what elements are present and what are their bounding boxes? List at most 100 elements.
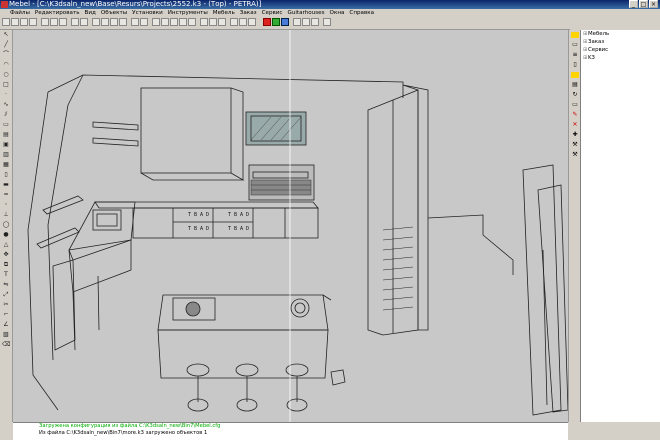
open-folder-icon[interactable]	[11, 18, 19, 26]
solid-icon[interactable]: ▣	[2, 142, 10, 148]
doc-icon[interactable]: ▭	[571, 102, 579, 108]
right-column	[522, 164, 562, 416]
yellow-folder-icon[interactable]	[571, 32, 579, 38]
cabinet-icon[interactable]: ▦	[2, 162, 10, 168]
close-button[interactable]: ×	[649, 0, 658, 8]
menu-help[interactable]: Справка	[349, 9, 374, 17]
page-icon[interactable]: ▭	[571, 42, 579, 48]
cone-icon[interactable]: △	[2, 242, 10, 248]
list-icon[interactable]: ≡	[571, 52, 579, 58]
copy-object-icon[interactable]: ⧉	[2, 262, 10, 268]
info-icon[interactable]	[281, 18, 289, 26]
view-top-icon[interactable]	[152, 18, 160, 26]
move-icon[interactable]: ✥	[2, 252, 10, 258]
panel-icon[interactable]: ▥	[2, 152, 10, 158]
dimension-icon[interactable]	[302, 18, 310, 26]
line-icon[interactable]: ╱	[2, 42, 10, 48]
save-icon[interactable]	[20, 18, 28, 26]
tree-item-order[interactable]: ⊞ Заказ	[581, 38, 660, 46]
measure-icon[interactable]	[293, 18, 301, 26]
minimize-button[interactable]: _	[629, 0, 638, 8]
handle-icon[interactable]: ◦	[2, 202, 10, 208]
snap-icon[interactable]	[248, 18, 256, 26]
menu-service[interactable]: Сервис	[262, 9, 283, 17]
app-icon[interactable]	[1, 1, 8, 8]
menu-guitarhouses[interactable]: Guitarhouses	[288, 9, 325, 17]
redo-icon[interactable]	[80, 18, 88, 26]
paste-icon[interactable]	[59, 18, 67, 26]
maximize-button[interactable]: □	[639, 0, 648, 8]
view-iso-icon[interactable]	[188, 18, 196, 26]
menu-edit[interactable]: Редактировать	[35, 9, 80, 17]
point-icon[interactable]: ·	[2, 92, 10, 98]
door-icon[interactable]: ▯	[2, 172, 10, 178]
zoom-out-icon[interactable]	[101, 18, 109, 26]
zoom-all-icon[interactable]	[119, 18, 127, 26]
shaded-icon[interactable]	[209, 18, 217, 26]
render-icon[interactable]	[218, 18, 226, 26]
select-icon[interactable]: ↖	[2, 32, 10, 38]
wrench-icon[interactable]: ⚒	[571, 142, 579, 148]
new-file-icon[interactable]	[2, 18, 10, 26]
scale-icon[interactable]: ⤢	[2, 292, 10, 298]
text-icon[interactable]	[311, 18, 319, 26]
wireframe-icon[interactable]	[200, 18, 208, 26]
cylinder-icon[interactable]: ◯	[2, 222, 10, 228]
help-icon[interactable]	[323, 18, 331, 26]
zoom-window-icon[interactable]	[110, 18, 118, 26]
run-icon[interactable]	[272, 18, 280, 26]
print-icon[interactable]	[29, 18, 37, 26]
refresh-icon[interactable]: ↻	[571, 92, 579, 98]
menu-tools[interactable]: Инструменты	[168, 9, 208, 17]
properties-icon[interactable]: ▤	[571, 82, 579, 88]
box-icon[interactable]: ▭	[2, 122, 10, 128]
erase-icon[interactable]: ⌫	[2, 342, 10, 348]
view-right-icon[interactable]	[179, 18, 187, 26]
drawer-icon[interactable]: ▬	[2, 182, 10, 188]
tree-item-service[interactable]: ⊞ Сервис	[581, 46, 660, 54]
spline-icon[interactable]: ∿	[2, 102, 10, 108]
plus-icon[interactable]: ✚	[571, 132, 579, 138]
chamfer-icon[interactable]: ∠	[2, 322, 10, 328]
menu-windows[interactable]: Окна	[330, 9, 345, 17]
zoom-in-icon[interactable]	[92, 18, 100, 26]
leg-icon[interactable]: ⊥	[2, 212, 10, 218]
trim-icon[interactable]: ✂	[2, 302, 10, 308]
view-front-icon[interactable]	[161, 18, 169, 26]
star-folder-icon[interactable]	[571, 72, 579, 78]
hatch-icon[interactable]: ▧	[2, 332, 10, 338]
layers-icon[interactable]	[230, 18, 238, 26]
extrude-icon[interactable]: ▤	[2, 132, 10, 138]
rotate-view-icon[interactable]	[140, 18, 148, 26]
sphere-icon[interactable]: ●	[2, 232, 10, 238]
menu-view[interactable]: Вид	[85, 9, 96, 17]
menu-settings[interactable]: Установки	[132, 9, 163, 17]
pan-icon[interactable]	[131, 18, 139, 26]
menu-furniture[interactable]: Мебель	[213, 9, 235, 17]
open-icon[interactable]: ▯	[571, 62, 579, 68]
tree-item-k3[interactable]: ⊞ K3	[581, 54, 660, 62]
menu-objects[interactable]: Объекты	[101, 9, 127, 17]
text-tool-icon[interactable]: T	[2, 272, 10, 278]
drawing-canvas[interactable]: T B A D T B A D T B A D T B A D	[13, 30, 568, 422]
offset-icon[interactable]: ⫽	[2, 112, 10, 118]
tree-item-furniture[interactable]: ⊞ Мебель	[581, 30, 660, 38]
fillet-icon[interactable]: ⌐	[2, 312, 10, 318]
pencil-icon[interactable]: ✎	[571, 112, 579, 118]
grid-icon[interactable]	[239, 18, 247, 26]
polyline-icon[interactable]: ⌒	[2, 52, 10, 58]
hammer-icon[interactable]: ⚒	[571, 152, 579, 158]
delete-icon[interactable]: ✕	[571, 122, 579, 128]
mirror-icon[interactable]: ⇋	[2, 282, 10, 288]
view-left-icon[interactable]	[170, 18, 178, 26]
shelf-icon[interactable]: ═	[2, 192, 10, 198]
rectangle-icon[interactable]: □	[2, 82, 10, 88]
menu-order[interactable]: Заказ	[240, 9, 257, 17]
menu-file[interactable]: Файлы	[10, 9, 30, 17]
cut-icon[interactable]	[41, 18, 49, 26]
circle-icon[interactable]: ○	[2, 72, 10, 78]
arc-icon[interactable]: ◠	[2, 62, 10, 68]
stop-icon[interactable]	[263, 18, 271, 26]
undo-icon[interactable]	[71, 18, 79, 26]
copy-icon[interactable]	[50, 18, 58, 26]
